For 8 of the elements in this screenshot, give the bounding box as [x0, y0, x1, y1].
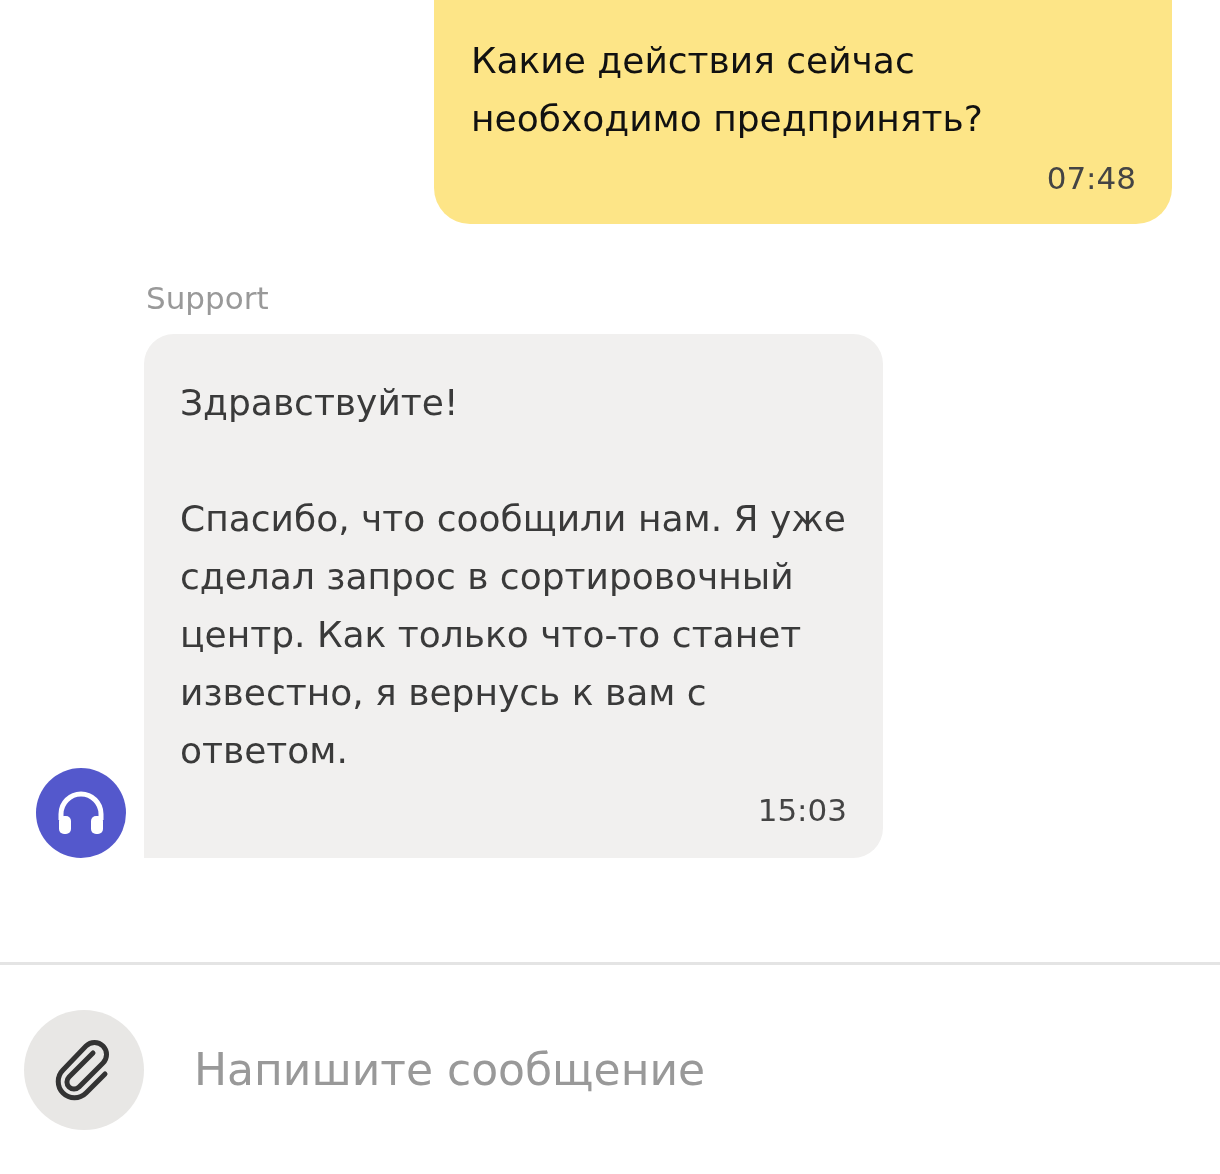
- message-text: Здравствуйте!: [180, 381, 460, 425]
- headphones-icon: [56, 790, 106, 836]
- message-text: Какие действия сейчас необходимо предпринять?: [471, 39, 984, 141]
- message-input[interactable]: Напишите сообщение: [192, 1033, 1196, 1106]
- sender-name: Support: [146, 280, 270, 316]
- message-time: 15:03: [757, 792, 847, 828]
- message-text: Спасибо, что сообщили нам. Я уже сделал запрос в сортировочный центр. Как только что-то станет известно, я вернусь к вам с ответом.: [180, 497, 847, 773]
- message-time: 07:48: [1046, 160, 1136, 196]
